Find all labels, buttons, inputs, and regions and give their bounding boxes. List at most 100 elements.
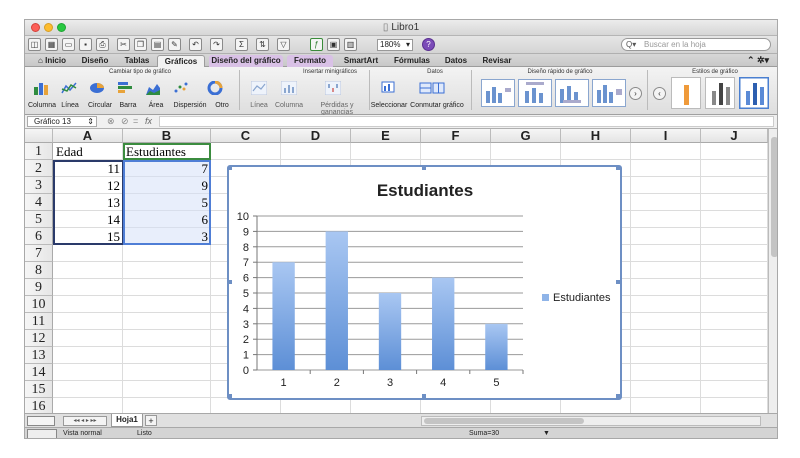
- add-sheet-button[interactable]: +: [145, 415, 157, 426]
- row-header-6[interactable]: 6: [25, 228, 53, 245]
- help-icon[interactable]: ?: [422, 38, 435, 51]
- sheet-nav-arrows-icon[interactable]: ◂◂ ◂ ▸ ▸▸: [63, 416, 107, 426]
- autosum-icon[interactable]: Σ: [235, 38, 248, 51]
- chart-type-barra[interactable]: Barra: [115, 102, 141, 109]
- chart-type-columna[interactable]: Columna: [27, 102, 57, 109]
- cell-a5[interactable]: 14: [53, 211, 123, 228]
- cell-b4[interactable]: 5: [123, 194, 211, 211]
- tab-smartart[interactable]: SmartArt: [341, 55, 381, 67]
- sparkline-linea[interactable]: Línea: [247, 102, 271, 109]
- quick-layout-3[interactable]: [555, 79, 589, 107]
- quick-layout-1[interactable]: [481, 79, 515, 107]
- sheet-tab-hoja1[interactable]: Hoja1: [111, 414, 143, 427]
- chart-style-gray[interactable]: [705, 77, 735, 109]
- ribbon-options[interactable]: ⌃ ✲▾: [741, 55, 775, 67]
- cancel-formula-icon[interactable]: ⊗: [107, 116, 115, 127]
- tab-graficos[interactable]: Gráficos: [157, 55, 205, 67]
- row-header-9[interactable]: 9: [25, 279, 53, 296]
- column-header-d[interactable]: D: [281, 129, 351, 143]
- tab-diseno-grafico[interactable]: Diseño del gráfico: [209, 55, 283, 67]
- undo-icon[interactable]: ↶: [189, 38, 202, 51]
- row-header-16[interactable]: 16: [25, 398, 53, 413]
- toolbox-icon[interactable]: ◫: [28, 38, 41, 51]
- chart-type-dispersion[interactable]: Dispersión: [171, 102, 209, 109]
- name-box[interactable]: Gráfico 13 ⇕: [27, 116, 97, 127]
- cell-b3[interactable]: 9: [123, 177, 211, 194]
- column-header-i[interactable]: I: [631, 129, 701, 143]
- cell-b6[interactable]: 3: [123, 228, 211, 245]
- chart-style-blue-selected[interactable]: [739, 77, 769, 109]
- search-input[interactable]: Q▾ Buscar en la hoja: [621, 38, 771, 51]
- chart-type-circular[interactable]: Circular: [85, 102, 115, 109]
- sort-icon[interactable]: ⇅: [256, 38, 269, 51]
- redo-icon[interactable]: ↷: [210, 38, 223, 51]
- row-header-2[interactable]: 2: [25, 160, 53, 177]
- row-header-7[interactable]: 7: [25, 245, 53, 262]
- gallery-icon[interactable]: ▣: [327, 38, 340, 51]
- sparkline-columna[interactable]: Columna: [273, 102, 305, 109]
- vertical-scroll-thumb[interactable]: [771, 137, 777, 257]
- cut-icon[interactable]: ✂: [117, 38, 130, 51]
- new-gallery-icon[interactable]: ▦: [45, 38, 58, 51]
- row-header-15[interactable]: 15: [25, 381, 53, 398]
- column-header-a[interactable]: A: [53, 129, 123, 143]
- column-header-b[interactable]: B: [123, 129, 211, 143]
- horizontal-scrollbar[interactable]: [421, 416, 761, 426]
- chart-style-orange[interactable]: [671, 77, 701, 109]
- select-all-corner[interactable]: [25, 129, 53, 143]
- cell-a1[interactable]: Edad: [53, 143, 86, 160]
- row-header-11[interactable]: 11: [25, 313, 53, 330]
- row-header-12[interactable]: 12: [25, 330, 53, 347]
- chart-type-linea[interactable]: Línea: [55, 102, 85, 109]
- chart-type-otro[interactable]: Otro: [211, 102, 233, 109]
- new-workbook-icon[interactable]: ▭: [62, 38, 75, 51]
- sparkline-perdidas[interactable]: Pérdidas y ganancias: [305, 102, 369, 116]
- save-icon[interactable]: ▪: [79, 38, 92, 51]
- formula-operator-icon[interactable]: =: [133, 116, 138, 126]
- next-layout-icon[interactable]: ›: [629, 87, 642, 100]
- formula-input[interactable]: [159, 116, 774, 127]
- column-header-e[interactable]: E: [351, 129, 421, 143]
- row-header-13[interactable]: 13: [25, 347, 53, 364]
- row-header-5[interactable]: 5: [25, 211, 53, 228]
- column-header-f[interactable]: F: [421, 129, 491, 143]
- cell-a2[interactable]: 11: [53, 160, 123, 177]
- row-header-10[interactable]: 10: [25, 296, 53, 313]
- vertical-scrollbar[interactable]: [768, 129, 777, 413]
- view-toggle-icon[interactable]: [27, 416, 55, 426]
- quick-layout-2[interactable]: [518, 79, 552, 107]
- page-layout-icon[interactable]: [27, 429, 57, 438]
- row-header-3[interactable]: 3: [25, 177, 53, 194]
- zoom-select[interactable]: 180% ▾: [377, 39, 413, 51]
- column-header-g[interactable]: G: [491, 129, 561, 143]
- cell-b1[interactable]: Estudiantes: [123, 143, 189, 160]
- cell-b5[interactable]: 6: [123, 211, 211, 228]
- cell-b2[interactable]: 7: [123, 160, 211, 177]
- insert-function-button[interactable]: fx: [145, 116, 152, 126]
- tab-formato[interactable]: Formato: [287, 55, 333, 67]
- column-header-h[interactable]: H: [561, 129, 631, 143]
- tab-tablas[interactable]: Tablas: [121, 55, 153, 67]
- row-header-14[interactable]: 14: [25, 364, 53, 381]
- cell-a3[interactable]: 12: [53, 177, 123, 194]
- status-sum-chevron-icon[interactable]: ▼: [543, 428, 550, 438]
- quick-layout-4[interactable]: [592, 79, 626, 107]
- chart-object[interactable]: Estudiantes 0 1 2 3 4 5 6 7 8 9 10 1 2 3 4 5 Estudiantes: [227, 165, 622, 400]
- tab-datos[interactable]: Datos: [439, 55, 473, 67]
- row-header-1[interactable]: 1: [25, 143, 53, 160]
- select-data-button[interactable]: Seleccionar: [369, 102, 409, 109]
- copy-icon[interactable]: ❐: [134, 38, 147, 51]
- chart-type-area[interactable]: Área: [143, 102, 169, 109]
- horizontal-scroll-thumb[interactable]: [424, 418, 584, 424]
- tab-formulas[interactable]: Fórmulas: [389, 55, 435, 67]
- row-header-8[interactable]: 8: [25, 262, 53, 279]
- sidebar-icon[interactable]: ▥: [344, 38, 357, 51]
- print-icon[interactable]: ⎙: [96, 38, 109, 51]
- paste-icon[interactable]: ▤: [151, 38, 164, 51]
- function-icon[interactable]: ƒ: [310, 38, 323, 51]
- filter-icon[interactable]: ▽: [277, 38, 290, 51]
- tab-diseno[interactable]: Diseño: [77, 55, 113, 67]
- column-header-c[interactable]: C: [211, 129, 281, 143]
- format-painter-icon[interactable]: ✎: [168, 38, 181, 51]
- confirm-formula-icon[interactable]: ⊘: [121, 116, 129, 127]
